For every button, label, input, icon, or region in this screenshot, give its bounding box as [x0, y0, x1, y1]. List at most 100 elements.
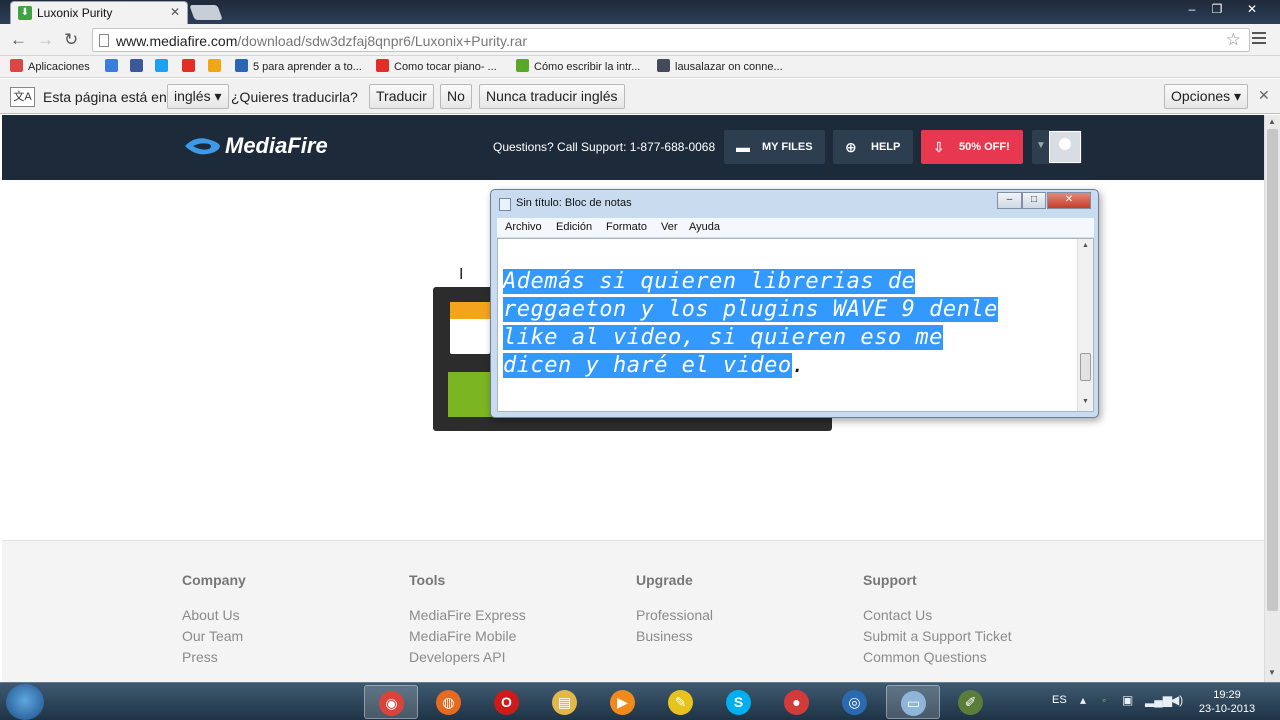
- notepad-menu-item[interactable]: Ayuda: [689, 221, 720, 233]
- firefox-icon: ◍: [436, 690, 461, 715]
- signal-icon[interactable]: ▂▄▆: [1145, 693, 1172, 707]
- notepad-line: like al video, si quieren eso me: [503, 324, 1073, 352]
- taskbar-app-button[interactable]: ▶: [596, 685, 650, 719]
- browser-tab-strip: ⬇ Luxonix Purity ✕ – ❐ ✕: [0, 0, 1280, 24]
- taskbar-app-button[interactable]: ▭: [886, 685, 940, 719]
- bookmark-item[interactable]: [105, 59, 123, 73]
- help-button[interactable]: ⊕ HELP: [833, 130, 913, 164]
- footer-link[interactable]: Contact Us: [863, 607, 1012, 623]
- language-indicator[interactable]: ES: [1052, 694, 1067, 706]
- notepad-menu-item[interactable]: Edición: [556, 221, 592, 233]
- restore-window-button[interactable]: ❐: [1205, 1, 1229, 17]
- notepad-window: Sin título: Bloc de notas – □ ✕ Archivo E…: [490, 189, 1099, 418]
- maximize-button[interactable]: □: [1022, 192, 1046, 209]
- footer-link[interactable]: Submit a Support Ticket: [863, 628, 1012, 644]
- browser-tab[interactable]: ⬇ Luxonix Purity ✕: [10, 1, 188, 24]
- no-translate-button[interactable]: No: [440, 84, 472, 109]
- never-translate-button[interactable]: Nunca traducir inglés: [479, 84, 625, 109]
- footer-link[interactable]: Professional: [636, 607, 713, 623]
- notepad-menu-item[interactable]: Archivo: [505, 221, 542, 233]
- notepad-text-area[interactable]: Además si quieren librerias de reggaeton …: [497, 238, 1094, 412]
- page-scrollbar[interactable]: ▲ ▼: [1264, 115, 1280, 682]
- notepad-menu-item[interactable]: Formato: [606, 221, 647, 233]
- browser-toolbar: ← → ↻ www.mediafire.com/download/sdw3dzf…: [0, 24, 1280, 56]
- scroll-down-icon[interactable]: ▼: [1268, 668, 1276, 677]
- translate-button[interactable]: Traducir: [369, 84, 434, 109]
- footer-heading: Support: [863, 572, 917, 588]
- close-tab-icon[interactable]: ✕: [170, 5, 180, 19]
- scroll-down-icon[interactable]: ▼: [1082, 398, 1089, 405]
- action-center-icon[interactable]: ▣: [1122, 693, 1133, 707]
- chrome-icon: ◉: [379, 691, 404, 716]
- bookmark-item[interactable]: Cómo escribir la intr...: [516, 59, 640, 73]
- bookmark-item[interactable]: Como tocar piano- ...: [376, 59, 497, 73]
- bookmark-item[interactable]: 5 para aprender a to...: [235, 59, 362, 73]
- back-arrow-icon[interactable]: ←: [10, 30, 27, 50]
- footer-link[interactable]: Press: [182, 649, 246, 665]
- language-select[interactable]: inglés ▾: [167, 84, 229, 109]
- notepad-line: reggaeton y los plugins WAVE 9 denle: [503, 296, 1073, 324]
- taskbar-app-button[interactable]: S: [712, 685, 766, 719]
- minimize-button[interactable]: –: [997, 192, 1022, 209]
- notepad-content[interactable]: Además si quieren librerias de reggaeton …: [503, 268, 1073, 380]
- mediafire-logo[interactable]: MediaFire: [183, 133, 328, 159]
- footer-link[interactable]: About Us: [182, 607, 246, 623]
- lifebuoy-icon: ⊕: [845, 139, 857, 155]
- close-button[interactable]: ✕: [1047, 192, 1091, 209]
- bookmark-star-icon[interactable]: ☆: [1226, 30, 1241, 50]
- footer-link[interactable]: Developers API: [409, 649, 526, 665]
- taskbar-app-button[interactable]: ◍: [422, 685, 476, 719]
- footer-link[interactable]: Business: [636, 628, 713, 644]
- bookmark-item[interactable]: lausalazar on conne...: [657, 59, 783, 73]
- start-button[interactable]: [6, 684, 44, 720]
- scroll-up-icon[interactable]: ▲: [1082, 242, 1089, 249]
- minimize-window-button[interactable]: –: [1180, 1, 1204, 17]
- reload-icon[interactable]: ↻: [64, 30, 78, 50]
- bookmark-item[interactable]: [130, 59, 148, 73]
- scrollbar-thumb[interactable]: [1080, 353, 1091, 381]
- account-menu[interactable]: ▼: [1032, 130, 1082, 164]
- footer-link[interactable]: Our Team: [182, 628, 246, 644]
- notepad-menu-item[interactable]: Ver: [661, 221, 678, 233]
- close-window-button[interactable]: ✕: [1240, 1, 1264, 17]
- chrome-menu-icon[interactable]: [1252, 32, 1266, 46]
- new-tab-button[interactable]: [189, 5, 223, 20]
- taskbar-app-button[interactable]: ✐: [944, 685, 998, 719]
- volume-icon[interactable]: ◀): [1170, 693, 1183, 707]
- dropdown-caret-icon: ▾: [214, 88, 222, 104]
- forward-arrow-icon[interactable]: →: [37, 30, 54, 50]
- close-translate-icon[interactable]: ✕: [1258, 87, 1270, 104]
- facebook-icon: [130, 59, 143, 72]
- bookmark-item[interactable]: [208, 59, 226, 73]
- options-button[interactable]: Opciones ▾: [1164, 84, 1249, 109]
- scroll-up-icon[interactable]: ▲: [1268, 117, 1276, 126]
- promo-button[interactable]: ⇩ 50% OFF!: [921, 130, 1023, 164]
- footer-link[interactable]: Common Questions: [863, 649, 1012, 665]
- taskbar-app-button[interactable]: ●: [770, 685, 824, 719]
- bookmark-item[interactable]: [155, 59, 173, 73]
- media-player-icon: ▶: [610, 690, 635, 715]
- show-hidden-icons-icon[interactable]: ▴: [1080, 693, 1086, 707]
- system-clock[interactable]: 19:29 23-10-2013: [1196, 688, 1258, 716]
- scrollbar-thumb[interactable]: [1267, 129, 1278, 611]
- taskbar-app-button[interactable]: ▤: [538, 685, 592, 719]
- footer-link[interactable]: MediaFire Express: [409, 607, 526, 623]
- network-activity-icon[interactable]: ◦: [1102, 693, 1106, 707]
- bookmark-item[interactable]: [182, 59, 200, 73]
- footer-link[interactable]: MediaFire Mobile: [409, 628, 526, 644]
- bookmark-item[interactable]: Aplicaciones: [10, 59, 90, 73]
- address-bar[interactable]: www.mediafire.com/download/sdw3dzfaj8qnp…: [92, 28, 1250, 52]
- my-files-button[interactable]: ▬ MY FILES: [724, 130, 825, 164]
- taskbar-app-button[interactable]: O: [480, 685, 534, 719]
- fl-studio-icon: ✎: [668, 690, 693, 715]
- taskbar-app-button[interactable]: ◎: [828, 685, 882, 719]
- taskbar-app-button[interactable]: ◉: [364, 685, 418, 719]
- notepad-menubar: Archivo Edición Formato Ver Ayuda: [497, 218, 1094, 238]
- taskbar-app-button[interactable]: ✎: [654, 685, 708, 719]
- trailing-text: .: [791, 353, 806, 378]
- page-icon: [99, 34, 109, 47]
- explorer-folder-icon: ▤: [552, 690, 577, 715]
- support-phone: Questions? Call Support: 1-877-688-0068: [493, 140, 716, 154]
- bookmark-label: 5 para aprender a to...: [253, 61, 362, 73]
- notepad-scrollbar[interactable]: ▲ ▼: [1077, 239, 1093, 411]
